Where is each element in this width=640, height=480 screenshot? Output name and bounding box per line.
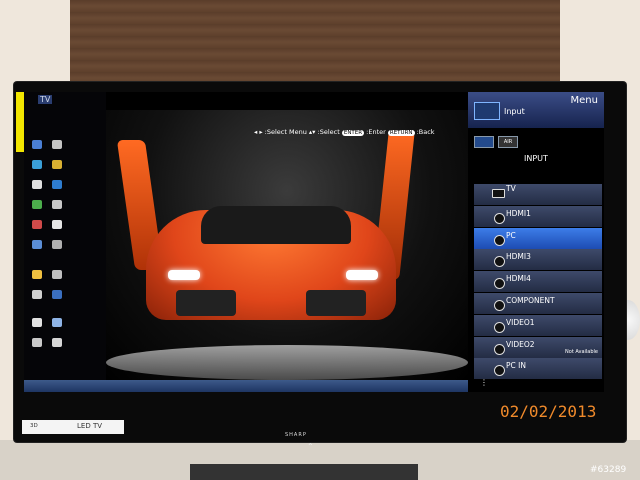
input-item-video2[interactable]: VIDEO2 Not Available: [474, 336, 602, 358]
tv-logo-label: 3D LED TV: [22, 420, 124, 434]
menu-header-label: Input: [504, 107, 525, 116]
power-indicator-icon: ⌃: [307, 442, 314, 451]
tv-brand: SHARP: [285, 432, 307, 438]
input-item-video1[interactable]: VIDEO1: [474, 314, 602, 336]
enter-key-pill: ENTER: [341, 130, 365, 136]
input-item-label: HDMI1: [506, 208, 531, 218]
component-input-icon: [494, 299, 505, 311]
hdmi-input-icon: [494, 278, 505, 290]
input-item-label: HDMI3: [506, 252, 531, 262]
desktop-icon[interactable]: [52, 160, 62, 169]
arrow-up-down-icon: ▴▾: [308, 128, 316, 136]
windows-taskbar[interactable]: [24, 380, 470, 392]
desktop-icon[interactable]: [52, 180, 62, 189]
input-item-note: Not Available: [565, 348, 598, 355]
logo-3d: 3D: [30, 423, 38, 429]
input-item-pc[interactable]: PC: [474, 227, 602, 249]
desktop-icon[interactable]: [32, 160, 42, 169]
tv-tab-icon[interactable]: [474, 136, 494, 148]
input-item-pc-in[interactable]: PC IN: [474, 358, 602, 380]
menu-title: Menu: [570, 95, 598, 106]
video-input-icon: [494, 321, 505, 333]
help-back: :Back: [416, 128, 435, 136]
menu-header: Input Menu: [468, 92, 604, 128]
car-headlight-right: [346, 270, 378, 280]
input-item-label: TV: [506, 184, 516, 193]
car-stage: [106, 345, 468, 380]
tv-stand-base: [190, 464, 418, 480]
desktop-icon[interactable]: [32, 240, 42, 249]
tv-icon: [492, 189, 505, 198]
desktop-icons-area: [24, 92, 106, 392]
desktop-icon[interactable]: [32, 270, 42, 279]
desktop-icon[interactable]: [32, 140, 42, 149]
input-item-hdmi4[interactable]: HDMI4: [474, 271, 602, 293]
input-item-hdmi1[interactable]: HDMI1: [474, 205, 602, 227]
input-list: TV HDMI1 PC HDMI3 HDMI4 COMPONENT VIDEO1…: [474, 184, 602, 380]
menu-section-label: INPUT: [524, 154, 548, 163]
wallpaper-car-image: [106, 110, 468, 380]
desktop-icon[interactable]: [52, 140, 62, 149]
help-select-menu: :Select Menu: [264, 128, 307, 136]
desktop-icon[interactable]: [52, 270, 62, 279]
input-item-hdmi3[interactable]: HDMI3: [474, 249, 602, 271]
input-item-label: PC IN: [506, 361, 526, 371]
more-options-icon[interactable]: ⋮: [480, 378, 488, 387]
photo-date-stamp: 02/02/2013: [500, 402, 597, 421]
desktop-icon[interactable]: [32, 338, 42, 347]
desktop-icon[interactable]: [32, 290, 42, 299]
air-tab-icon[interactable]: AIR: [498, 136, 518, 148]
source-badge: TV: [38, 95, 53, 104]
help-select: :Select: [317, 128, 340, 136]
input-item-tv[interactable]: TV: [474, 184, 602, 205]
desktop-icon[interactable]: [52, 338, 62, 347]
car-intake-right: [306, 290, 366, 316]
desktop-icon[interactable]: [52, 318, 62, 327]
input-item-label: VIDEO1: [506, 317, 535, 327]
desktop-icon[interactable]: [52, 200, 62, 209]
input-menu-panel: Input Menu AIR INPUT TV HDMI1 PC HDMI3 H…: [468, 92, 604, 392]
input-item-label: VIDEO2: [506, 339, 535, 349]
return-key-pill: RETURN: [387, 130, 415, 136]
desktop-icon[interactable]: [52, 290, 62, 299]
pc-input-icon: [494, 365, 505, 377]
input-monitor-icon: [474, 102, 500, 120]
hdmi-input-icon: [494, 256, 505, 268]
desktop-icon[interactable]: [52, 220, 62, 229]
desktop-icon[interactable]: [52, 240, 62, 249]
desktop-icon[interactable]: [32, 220, 42, 229]
remote-help-bar: ◂ ▸ :Select Menu ▴▾ :Select ENTER :Enter…: [254, 128, 435, 136]
desktop-icon[interactable]: [32, 318, 42, 327]
arrow-left-right-icon: ◂ ▸: [254, 128, 263, 136]
help-enter: :Enter: [366, 128, 386, 136]
input-item-label: HDMI4: [506, 274, 531, 284]
input-item-label: PC: [506, 230, 516, 240]
desktop-icon[interactable]: [32, 200, 42, 209]
car-intake-left: [176, 290, 236, 316]
logo-led-tv: LED TV: [77, 422, 103, 430]
car-windshield: [201, 206, 351, 244]
unavailable-icon: [494, 343, 505, 355]
tv-screen: TV ◂ ▸ :Select Menu ▴▾ :Select ENTER :En…: [24, 92, 604, 392]
hdmi-input-icon: [494, 212, 505, 224]
input-item-label: COMPONENT: [506, 295, 555, 305]
pc-input-icon: [494, 234, 505, 246]
input-item-component[interactable]: COMPONENT: [474, 292, 602, 314]
desktop-icon[interactable]: [32, 180, 42, 189]
photo-watermark: #63289: [590, 465, 627, 475]
car-headlight-left: [168, 270, 200, 280]
